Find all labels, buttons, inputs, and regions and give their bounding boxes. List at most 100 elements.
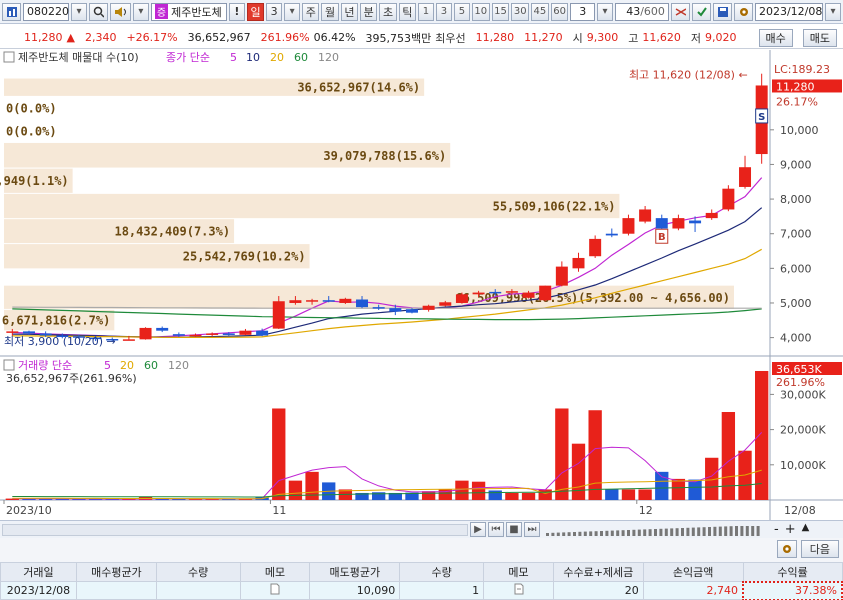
minute-30-button[interactable]: 30 <box>511 2 530 21</box>
volume-profile-label: 55,509,106(22.1%) <box>493 200 616 214</box>
period-second-button[interactable]: 초 <box>379 2 397 21</box>
col-pnl[interactable]: 손익금액 <box>642 562 744 582</box>
low-annotation: 최저 3,900 (10/20) → <box>4 335 116 348</box>
step-dropdown-icon[interactable]: ▾ <box>596 2 613 21</box>
period-tick-button[interactable]: 틱 <box>398 2 416 21</box>
step-field[interactable]: 3 <box>570 2 595 21</box>
col-buy-memo[interactable]: 메모 <box>239 562 311 582</box>
minute-45-button[interactable]: 45 <box>531 2 549 21</box>
code-dropdown-icon[interactable]: ▾ <box>71 2 88 21</box>
zoom-in-button[interactable]: + <box>785 522 796 537</box>
candle-body <box>722 188 735 210</box>
minute-3-button[interactable]: 3 <box>435 2 452 21</box>
cell-buy-memo[interactable] <box>239 581 311 600</box>
turnover: 06.42% <box>313 31 356 44</box>
zoom-tick <box>610 530 614 536</box>
price-volume-chart[interactable]: 36,652,967(14.6%) 0(0.0%) 0(0.0%) 39,079,78… <box>0 50 843 520</box>
date-field[interactable]: 2023/12/08 <box>754 2 823 21</box>
volume-bar <box>638 489 652 500</box>
price-change-pct: +26.17% <box>126 31 178 44</box>
x-tick-label: 12 <box>639 504 653 517</box>
volume-bar <box>571 443 586 500</box>
col-return[interactable]: 수익률 <box>742 562 843 582</box>
table-settings-icon[interactable] <box>776 540 797 558</box>
last-button[interactable]: ⏭ <box>524 522 540 537</box>
zoom-tick <box>583 531 587 536</box>
high-label: 고 <box>628 31 639 45</box>
table-row[interactable]: 2023/12/08 10,090 1 20 2,740 37.38% <box>0 580 843 600</box>
col-fee[interactable]: 수수료+제세금 <box>552 562 644 582</box>
zoom-tick <box>729 526 733 536</box>
zoom-out-button[interactable]: - <box>774 522 779 537</box>
minute-5-button[interactable]: 5 <box>453 2 470 21</box>
volume-bar <box>605 489 619 500</box>
period-month-button[interactable]: 월 <box>321 2 339 21</box>
period-minute-button[interactable]: 분 <box>360 2 378 21</box>
search-icon[interactable] <box>89 2 109 21</box>
chart-scrollbar[interactable] <box>2 524 468 536</box>
bid-price: 11,270 <box>524 31 563 44</box>
minute-10-button[interactable]: 10 <box>471 2 490 21</box>
memo-edit-icon[interactable] <box>514 583 524 598</box>
candle-body <box>6 331 19 333</box>
volume-bar <box>588 410 602 500</box>
period-count-dropdown-icon[interactable]: ▾ <box>284 2 301 21</box>
speaker-dropdown-icon[interactable]: ▾ <box>132 2 149 21</box>
alert-button[interactable]: ! <box>228 2 245 21</box>
volume-bar <box>755 370 769 500</box>
period-day-button[interactable]: 일 <box>246 2 265 21</box>
col-sell-memo[interactable]: 메모 <box>483 562 554 582</box>
cell-sell-memo[interactable] <box>483 581 554 600</box>
zoom-tick <box>573 532 576 536</box>
volume-legend-name: 거래량 단순 <box>18 359 72 372</box>
price-tick-label: 5,000 <box>780 297 812 310</box>
speaker-icon[interactable] <box>110 2 131 21</box>
zoom-tick <box>670 528 674 536</box>
zoom-tick <box>594 531 598 536</box>
cell-buy-avg <box>75 581 157 600</box>
col-buy-avg[interactable]: 매수평균가 <box>75 562 157 582</box>
minute-15-button[interactable]: 15 <box>491 2 510 21</box>
col-sell-qty[interactable]: 수량 <box>399 562 485 582</box>
zoom-tick <box>621 530 625 536</box>
app-icon[interactable] <box>2 2 22 21</box>
first-button[interactable]: ⏮ <box>488 522 504 537</box>
chart-app-icon <box>7 6 17 17</box>
page-field[interactable]: 43 /600 <box>614 2 669 21</box>
code-input[interactable]: 080220 <box>23 2 70 21</box>
volume-legend-ma-period: 60 <box>144 359 158 372</box>
check-icon[interactable] <box>691 2 711 21</box>
shuffle-icon[interactable] <box>670 2 690 21</box>
period-year-button[interactable]: 년 <box>340 2 359 21</box>
play-button[interactable]: ▶ <box>470 522 486 537</box>
memo-icon[interactable] <box>270 583 280 598</box>
gear-icon[interactable] <box>733 2 753 21</box>
save-icon[interactable] <box>712 2 732 21</box>
stop-button[interactable]: ■ <box>506 522 522 537</box>
candle-body <box>539 285 552 301</box>
sell-button[interactable]: 매도 <box>802 28 837 47</box>
volume-profile-label: 6,671,816(2.7%) <box>2 314 110 328</box>
date-calendar-icon[interactable]: ▾ <box>824 2 841 21</box>
period-week-button[interactable]: 주 <box>302 2 320 21</box>
buy-button[interactable]: 매수 <box>758 28 793 47</box>
price-tick-label: 10,000 <box>780 124 819 137</box>
volume-bar <box>505 492 519 500</box>
stock-name-field[interactable]: 증 제주반도체 <box>150 2 227 21</box>
zoom-fit-button[interactable]: ▲ <box>802 522 810 537</box>
candle-body <box>489 291 502 294</box>
candle-body <box>206 333 219 335</box>
candle-body <box>605 233 618 236</box>
minute-60-button[interactable]: 60 <box>550 2 569 21</box>
volume-tick-label: 20,000K <box>780 424 826 437</box>
candle-body <box>405 309 418 313</box>
candle-body <box>439 302 452 306</box>
period-count[interactable]: 3 <box>266 2 283 21</box>
ask-price: 11,280 <box>475 31 515 44</box>
zoom-slider[interactable] <box>546 524 766 536</box>
col-date[interactable]: 거래일 <box>0 562 77 582</box>
next-button[interactable]: 다음 <box>800 540 839 558</box>
col-sell-avg[interactable]: 매도평균가 <box>309 562 401 582</box>
col-buy-qty[interactable]: 수량 <box>155 562 241 582</box>
minute-1-button[interactable]: 1 <box>417 2 434 21</box>
